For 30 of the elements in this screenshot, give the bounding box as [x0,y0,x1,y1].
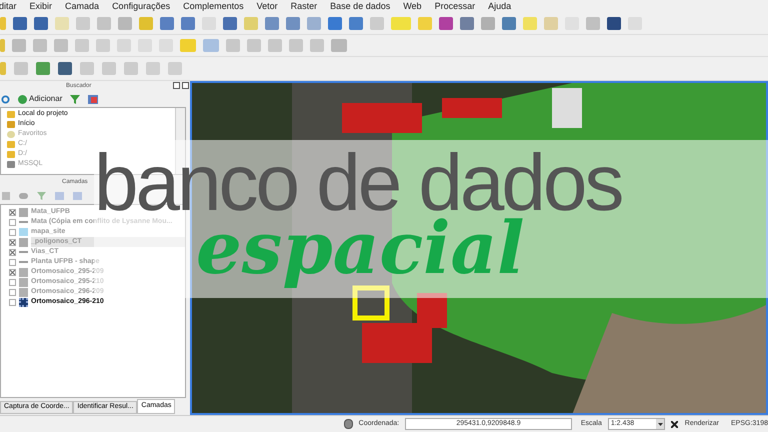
layer-checkbox[interactable] [9,258,16,266]
layer-checkbox[interactable] [9,278,16,286]
layer-checkbox[interactable] [9,268,16,276]
menu-item[interactable]: Vetor [256,0,278,14]
menu-item[interactable]: Web [403,0,422,14]
layer-checkbox[interactable] [9,208,16,216]
layer-checkbox[interactable] [9,298,16,306]
close-icon[interactable] [182,82,189,89]
layer-checkbox[interactable] [9,228,16,236]
menu-item[interactable]: Configurações [112,0,170,14]
caret-icon [656,419,664,429]
filter-icon[interactable] [70,94,80,104]
layer-checkbox[interactable] [9,238,16,246]
layer-checkbox[interactable] [9,288,16,296]
menu-item[interactable]: Ajuda [488,0,512,14]
table-icon[interactable] [88,94,98,104]
layer-checkbox[interactable] [9,248,16,256]
add-button[interactable]: Adicionar [18,93,62,105]
eye-icon[interactable] [19,193,28,199]
plus-icon [18,94,27,104]
menu-item[interactable]: Complementos [183,0,244,14]
menu-item[interactable]: Processar [434,0,476,14]
layer-checkbox[interactable] [9,218,16,226]
menu-item[interactable]: Base de dados [330,0,390,14]
menu-item[interactable]: Camada [65,0,100,14]
menu-item[interactable]: Exibir [30,0,52,14]
render-checkbox[interactable] [671,420,679,428]
float-icon[interactable] [173,82,180,89]
menu-item[interactable]: Raster [290,0,318,14]
filter-icon[interactable] [37,192,46,200]
